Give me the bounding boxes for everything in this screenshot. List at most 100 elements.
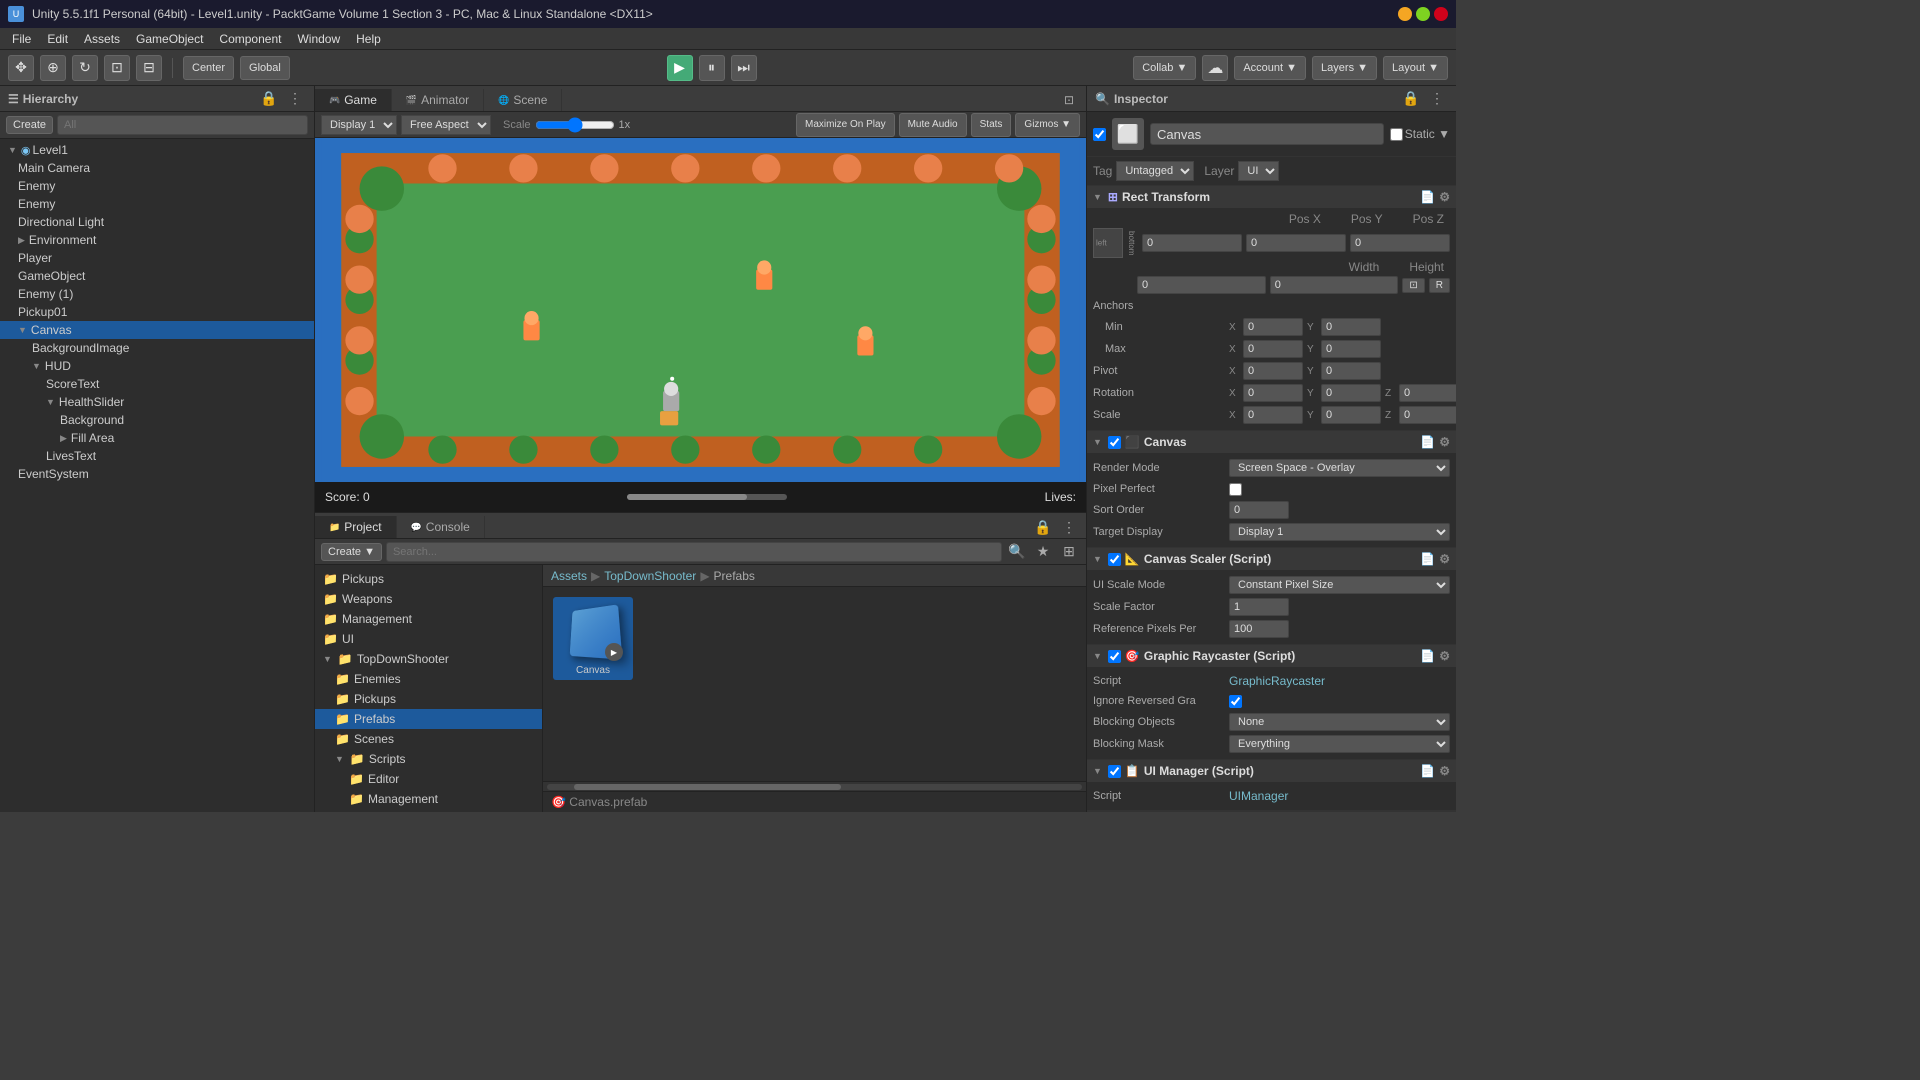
active-checkbox[interactable] bbox=[1093, 128, 1106, 141]
scaler-checkbox[interactable] bbox=[1108, 553, 1121, 566]
uimanager-script-icon[interactable]: 📄 bbox=[1420, 764, 1435, 778]
project-menu[interactable]: ⋮ bbox=[1058, 516, 1080, 538]
aspect-select[interactable]: Free Aspect bbox=[401, 115, 491, 135]
hierarchy-item-background[interactable]: Background bbox=[0, 411, 314, 429]
hierarchy-item-eventsystem[interactable]: EventSystem bbox=[0, 465, 314, 483]
canvas-scaler-header[interactable]: ▼ 📐 Canvas Scaler (Script) 📄 ⚙ bbox=[1087, 548, 1456, 570]
scale-y[interactable] bbox=[1321, 406, 1381, 424]
sidebar-scenes[interactable]: 📁 Scenes bbox=[315, 729, 542, 749]
sidebar-scripts[interactable]: ▼ 📁 Scripts bbox=[315, 749, 542, 769]
sidebar-topdownshooter[interactable]: ▼ 📁 TopDownShooter bbox=[315, 649, 542, 669]
hierarchy-menu[interactable]: ⋮ bbox=[284, 88, 306, 110]
search-icon-btn[interactable]: 🔍 bbox=[1006, 541, 1028, 563]
minimize-btn[interactable] bbox=[1398, 7, 1412, 21]
tab-scene[interactable]: 🌐 Scene bbox=[484, 89, 562, 111]
sidebar-prefabs[interactable]: 📁 Prefabs bbox=[315, 709, 542, 729]
menu-assets[interactable]: Assets bbox=[76, 30, 128, 48]
canvas-component-header[interactable]: ▼ ⬛ Canvas 📄 ⚙ bbox=[1087, 431, 1456, 453]
hierarchy-item-pickup01[interactable]: Pickup01 bbox=[0, 303, 314, 321]
hierarchy-item-player[interactable]: Player bbox=[0, 249, 314, 267]
tool-rotate[interactable]: ↻ bbox=[72, 55, 98, 81]
rot-z[interactable] bbox=[1399, 384, 1456, 402]
scrollbar-track[interactable] bbox=[547, 784, 1082, 790]
graphic-raycaster-header[interactable]: ▼ 🎯 Graphic Raycaster (Script) 📄 ⚙ bbox=[1087, 645, 1456, 667]
tab-project[interactable]: 📁 Project bbox=[315, 516, 397, 538]
hierarchy-item-scoretext[interactable]: ScoreText bbox=[0, 375, 314, 393]
sidebar-sprites[interactable]: ▼ 📁 Sprites bbox=[315, 809, 542, 812]
canvas-script-icon[interactable]: 📄 bbox=[1420, 435, 1435, 449]
target-display-select[interactable]: Display 1 bbox=[1229, 523, 1450, 541]
maximize-btn[interactable] bbox=[1416, 7, 1430, 21]
posz-input[interactable] bbox=[1350, 234, 1450, 252]
global-btn[interactable]: Global bbox=[240, 56, 290, 80]
play-btn[interactable]: ▶ bbox=[667, 55, 693, 81]
pause-btn[interactable]: ⏸ bbox=[699, 55, 725, 81]
project-search[interactable] bbox=[386, 542, 1002, 562]
hierarchy-item-dir-light[interactable]: Directional Light bbox=[0, 213, 314, 231]
hierarchy-search[interactable] bbox=[57, 115, 308, 135]
sidebar-enemies[interactable]: 📁 Enemies bbox=[315, 669, 542, 689]
maximize-on-play-btn[interactable]: Maximize On Play bbox=[796, 113, 895, 137]
ui-manager-header[interactable]: ▼ 📋 UI Manager (Script) 📄 ⚙ bbox=[1087, 760, 1456, 782]
pivot-y[interactable] bbox=[1321, 362, 1381, 380]
menu-file[interactable]: File bbox=[4, 30, 39, 48]
rect-transform-header[interactable]: ▼ ⊞ Rect Transform 📄 ⚙ bbox=[1087, 186, 1456, 208]
tab-console[interactable]: 💬 Console bbox=[397, 516, 485, 538]
favorites-btn[interactable]: ★ bbox=[1032, 541, 1054, 563]
hierarchy-item-enemy2[interactable]: Enemy bbox=[0, 195, 314, 213]
menu-edit[interactable]: Edit bbox=[39, 30, 76, 48]
static-checkbox[interactable] bbox=[1390, 128, 1403, 141]
sidebar-pickups2[interactable]: 📁 Pickups bbox=[315, 689, 542, 709]
rect-aspect-btn[interactable]: ⊡ bbox=[1402, 278, 1424, 293]
raycaster-gear-icon[interactable]: ⚙ bbox=[1439, 649, 1450, 663]
posx-input[interactable] bbox=[1142, 234, 1242, 252]
tool-move[interactable]: ⊕ bbox=[40, 55, 66, 81]
display-select[interactable]: Display 1 bbox=[321, 115, 397, 135]
uimanager-checkbox[interactable] bbox=[1108, 765, 1121, 778]
cloud-btn[interactable]: ☁ bbox=[1202, 55, 1228, 81]
scaler-gear-icon[interactable]: ⚙ bbox=[1439, 552, 1450, 566]
ui-scale-mode-select[interactable]: Constant Pixel Size bbox=[1229, 576, 1450, 594]
anchormin-y[interactable] bbox=[1321, 318, 1381, 336]
hierarchy-item-canvas[interactable]: ▼ Canvas bbox=[0, 321, 314, 339]
render-mode-select[interactable]: Screen Space - Overlay bbox=[1229, 459, 1450, 477]
step-btn[interactable]: ⏭ bbox=[731, 55, 757, 81]
anchormax-x[interactable] bbox=[1243, 340, 1303, 358]
breadcrumb-assets[interactable]: Assets bbox=[551, 569, 587, 583]
blocking-objects-select[interactable]: None bbox=[1229, 713, 1450, 731]
rect-reset-btn[interactable]: R bbox=[1429, 278, 1450, 293]
ref-pixels-input[interactable] bbox=[1229, 620, 1289, 638]
hierarchy-item-bgimage[interactable]: BackgroundImage bbox=[0, 339, 314, 357]
scale-factor-input[interactable] bbox=[1229, 598, 1289, 616]
breadcrumb-topdownshooter[interactable]: TopDownShooter bbox=[604, 569, 696, 583]
inspector-lock[interactable]: 🔒 bbox=[1400, 88, 1422, 110]
inspector-menu[interactable]: ⋮ bbox=[1426, 88, 1448, 110]
sidebar-management2[interactable]: 📁 Management bbox=[315, 789, 542, 809]
sidebar-editor[interactable]: 📁 Editor bbox=[315, 769, 542, 789]
object-name-field[interactable] bbox=[1150, 123, 1384, 145]
pixel-perfect-checkbox[interactable] bbox=[1229, 483, 1242, 496]
rot-y[interactable] bbox=[1321, 384, 1381, 402]
hierarchy-item-main-camera[interactable]: Main Camera bbox=[0, 159, 314, 177]
uimanager-gear-icon[interactable]: ⚙ bbox=[1439, 764, 1450, 778]
hierarchy-create-btn[interactable]: Create bbox=[6, 116, 53, 134]
asset-canvas-prefab[interactable]: ▶ Canvas bbox=[553, 597, 633, 680]
view-maximize[interactable]: ⊡ bbox=[1058, 89, 1080, 111]
hierarchy-item-level1[interactable]: ▼ ◉ Level1 bbox=[0, 141, 314, 159]
hierarchy-item-hud[interactable]: ▼ HUD bbox=[0, 357, 314, 375]
menu-help[interactable]: Help bbox=[348, 30, 389, 48]
scale-z[interactable] bbox=[1399, 406, 1456, 424]
height-input[interactable] bbox=[1270, 276, 1399, 294]
tool-rect[interactable]: ⊟ bbox=[136, 55, 162, 81]
scale-slider[interactable] bbox=[535, 118, 615, 132]
hierarchy-item-gameobject[interactable]: GameObject bbox=[0, 267, 314, 285]
layer-select[interactable]: UI bbox=[1238, 161, 1279, 181]
rot-x[interactable] bbox=[1243, 384, 1303, 402]
hierarchy-lock[interactable]: 🔒 bbox=[258, 88, 280, 110]
project-lock[interactable]: 🔒 bbox=[1032, 516, 1054, 538]
hierarchy-item-enemy1[interactable]: Enemy bbox=[0, 177, 314, 195]
gizmos-btn[interactable]: Gizmos ▼ bbox=[1015, 113, 1080, 137]
menu-gameobject[interactable]: GameObject bbox=[128, 30, 211, 48]
window-controls[interactable] bbox=[1398, 7, 1448, 21]
layers-btn[interactable]: Layers ▼ bbox=[1312, 56, 1377, 80]
